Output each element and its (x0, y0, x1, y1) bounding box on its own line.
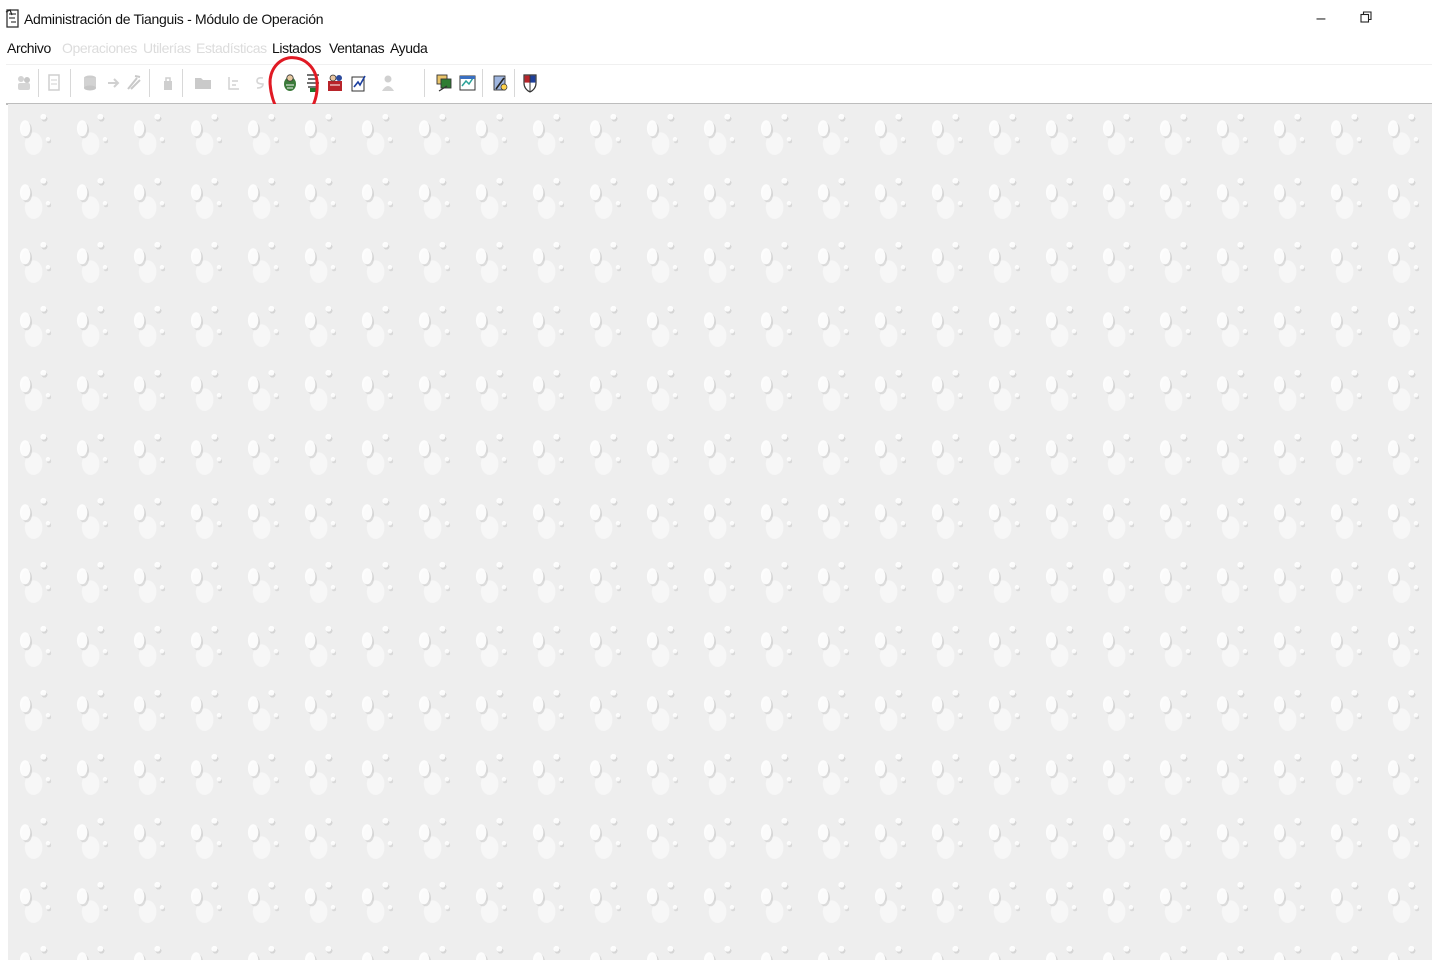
toolbar-button-database (80, 72, 100, 94)
database-icon (84, 75, 96, 91)
toolbar-button-about[interactable] (520, 72, 540, 94)
toolbar-button-arrow (103, 72, 123, 94)
toolbar-button-tools (124, 72, 144, 94)
minimize-icon: – (1316, 10, 1326, 27)
users-icon (18, 76, 30, 90)
toolbar-separator (38, 69, 42, 97)
menu-ayuda[interactable]: Ayuda (390, 40, 428, 56)
tile-windows-icon (459, 75, 476, 91)
folder-icon (195, 78, 211, 89)
mdi-workspace[interactable] (8, 104, 1432, 960)
chart-report-icon (351, 75, 366, 92)
toolbar-button-help[interactable] (490, 72, 510, 94)
toolbar-separator (182, 69, 186, 97)
toolbar-button-merchant-list[interactable] (280, 72, 300, 94)
toolbar-button-folder (193, 72, 213, 94)
menu-archivo[interactable]: Archivo (7, 40, 51, 56)
merchant-list-icon (284, 74, 296, 91)
toolbar-button-document (44, 72, 64, 94)
toolbar-button-vendors-report[interactable] (326, 72, 346, 94)
arrow-icon (108, 78, 120, 88)
tools-icon (127, 75, 141, 90)
cascade-windows-icon (436, 74, 452, 92)
vendors-report-icon (328, 74, 342, 91)
menu-utilerias: Utilerías (143, 40, 191, 56)
person-icon (382, 75, 394, 91)
toolbar-button-users (14, 72, 34, 94)
about-shield-icon (523, 74, 537, 93)
menu-ventanas[interactable]: Ventanas (329, 40, 385, 56)
toolbar-separator (424, 69, 428, 97)
toolbar-separator (149, 69, 153, 97)
toolbar-button-stalls-list[interactable] (303, 72, 323, 94)
toolbar-button-cascade-windows[interactable] (435, 72, 455, 94)
toolbar-button-tile-windows[interactable] (458, 72, 478, 94)
window-title: Administración de Tianguis - Módulo de O… (24, 11, 324, 27)
document-icon (48, 74, 60, 91)
restore-button[interactable] (1351, 6, 1381, 32)
menu-listados[interactable]: Listados (272, 40, 321, 56)
help-icon (493, 75, 508, 91)
toolbar-button-chart-report[interactable] (349, 72, 369, 94)
toolbar-button-money (250, 72, 270, 94)
stalls-list-icon (307, 74, 319, 92)
lock-icon (164, 77, 172, 90)
toolbar-button-person (378, 72, 398, 94)
minimize-button[interactable]: – (1306, 6, 1336, 32)
toolbar-separator (70, 69, 74, 97)
menu-bar: Archivo Operaciones Utilerías Estadístic… (0, 38, 1442, 60)
menu-operaciones: Operaciones (62, 40, 137, 56)
toolbar-separator (482, 69, 486, 97)
menu-estadisticas: Estadísticas (196, 40, 267, 56)
toolbar (6, 64, 1432, 105)
toolbar-separator (514, 69, 518, 97)
toolbar-button-report (224, 72, 244, 94)
title-bar: Administración de Tianguis - Módulo de O… (0, 0, 1442, 40)
app-icon[interactable] (5, 9, 21, 29)
report-icon (228, 77, 239, 90)
restore-icon (1360, 10, 1372, 28)
toolbar-button-lock (158, 72, 178, 94)
money-icon (256, 77, 264, 89)
